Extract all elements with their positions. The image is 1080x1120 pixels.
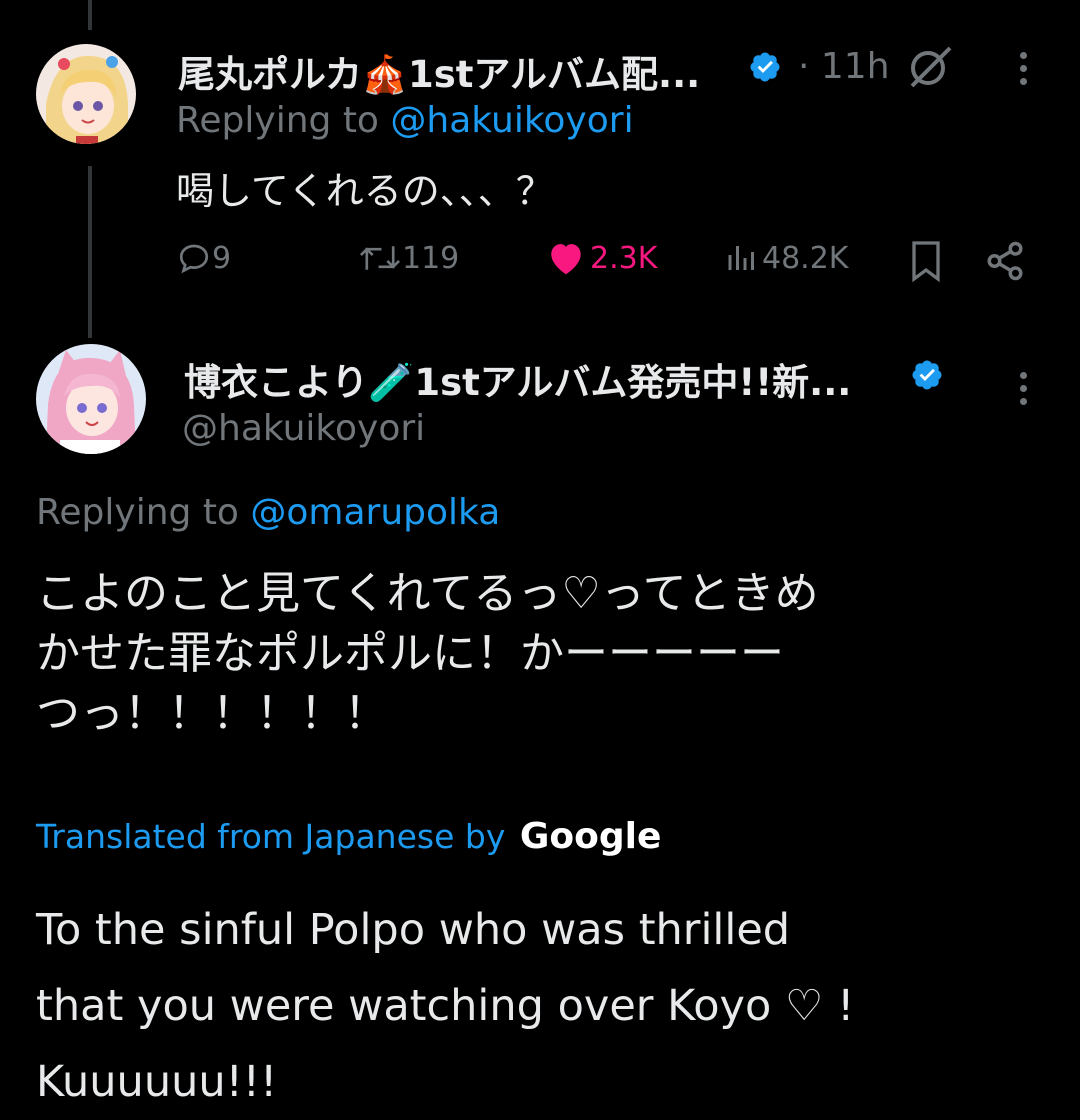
reply-display-name-text[interactable]: 尾丸ポルカ🎪1stアルバム配...	[178, 53, 700, 96]
reply-timestamp[interactable]: · 11h	[798, 46, 890, 87]
replying-to-handle-link[interactable]: @omarupolka	[250, 492, 500, 533]
more-icon[interactable]	[1020, 52, 1028, 91]
reply-icon	[179, 244, 209, 274]
translated-text: To the sinful Polpo who was thrilled tha…	[36, 892, 854, 1120]
tweet-text-line: こよのこと見てくれてるっ♡ってときめ	[36, 568, 819, 619]
retweet-count: 119	[402, 240, 460, 276]
thread-line-bottom	[88, 166, 92, 338]
retweet-icon	[359, 246, 401, 270]
grok-icon[interactable]	[906, 44, 954, 90]
views-icon	[728, 246, 754, 270]
avatar[interactable]	[36, 344, 146, 454]
reply-button[interactable]: 9	[176, 240, 231, 276]
like-count: 2.3K	[590, 240, 658, 276]
translation-attribution: Translated from Japanese by Google	[36, 816, 661, 857]
thread-line-top	[88, 0, 92, 30]
main-display-name[interactable]: 博衣こより🧪1stアルバム発売中!!新...	[184, 352, 851, 406]
main-tweet-text: こよのこと見てくれてるっ♡ってときめ かせた罪なポルポルに！かーーーーー つっ！…	[36, 564, 819, 744]
translation-line: Kuuuuuu!!!	[36, 1057, 278, 1107]
reply-replying-to: Replying to @hakuikoyori	[176, 100, 634, 141]
views-button[interactable]: 48.2K	[722, 240, 848, 276]
reply-display-name[interactable]: 尾丸ポルカ🎪1stアルバム配...	[178, 44, 700, 98]
like-button[interactable]: 2.3K	[546, 240, 657, 276]
reply-count: 9	[212, 240, 232, 276]
retweet-button[interactable]: 119	[358, 240, 459, 276]
bookmark-icon[interactable]	[908, 240, 944, 282]
translation-line: that you were watching over Koyo ♡ !	[36, 981, 855, 1031]
tweet-text-line: かせた罪なポルポルに！かーーーーー	[36, 628, 784, 679]
google-logo: Google	[519, 816, 662, 857]
views-count: 48.2K	[762, 240, 849, 276]
heart-icon	[551, 244, 581, 275]
more-icon[interactable]	[1020, 372, 1028, 411]
avatar[interactable]	[36, 44, 136, 144]
verified-icon	[750, 52, 780, 82]
reply-tweet-text: 喝してくれるの、、、？	[176, 169, 554, 213]
main-display-name-text[interactable]: 博衣こより🧪1stアルバム発売中!!新...	[184, 361, 851, 404]
tweet-text-line: つっ！！！！！！	[36, 688, 388, 739]
main-handle[interactable]: @hakuikoyori	[182, 408, 425, 449]
replying-to-label: Replying to	[176, 100, 391, 141]
translation-line: To the sinful Polpo who was thrilled	[36, 905, 791, 955]
replying-to-label: Replying to	[36, 492, 251, 533]
share-icon[interactable]	[984, 240, 1026, 282]
verified-icon	[912, 360, 942, 390]
replying-to-handle-link[interactable]: @hakuikoyori	[390, 100, 633, 141]
main-replying-to: Replying to @omarupolka	[36, 492, 500, 533]
translated-from-link[interactable]: Translated from Japanese by	[36, 817, 505, 856]
